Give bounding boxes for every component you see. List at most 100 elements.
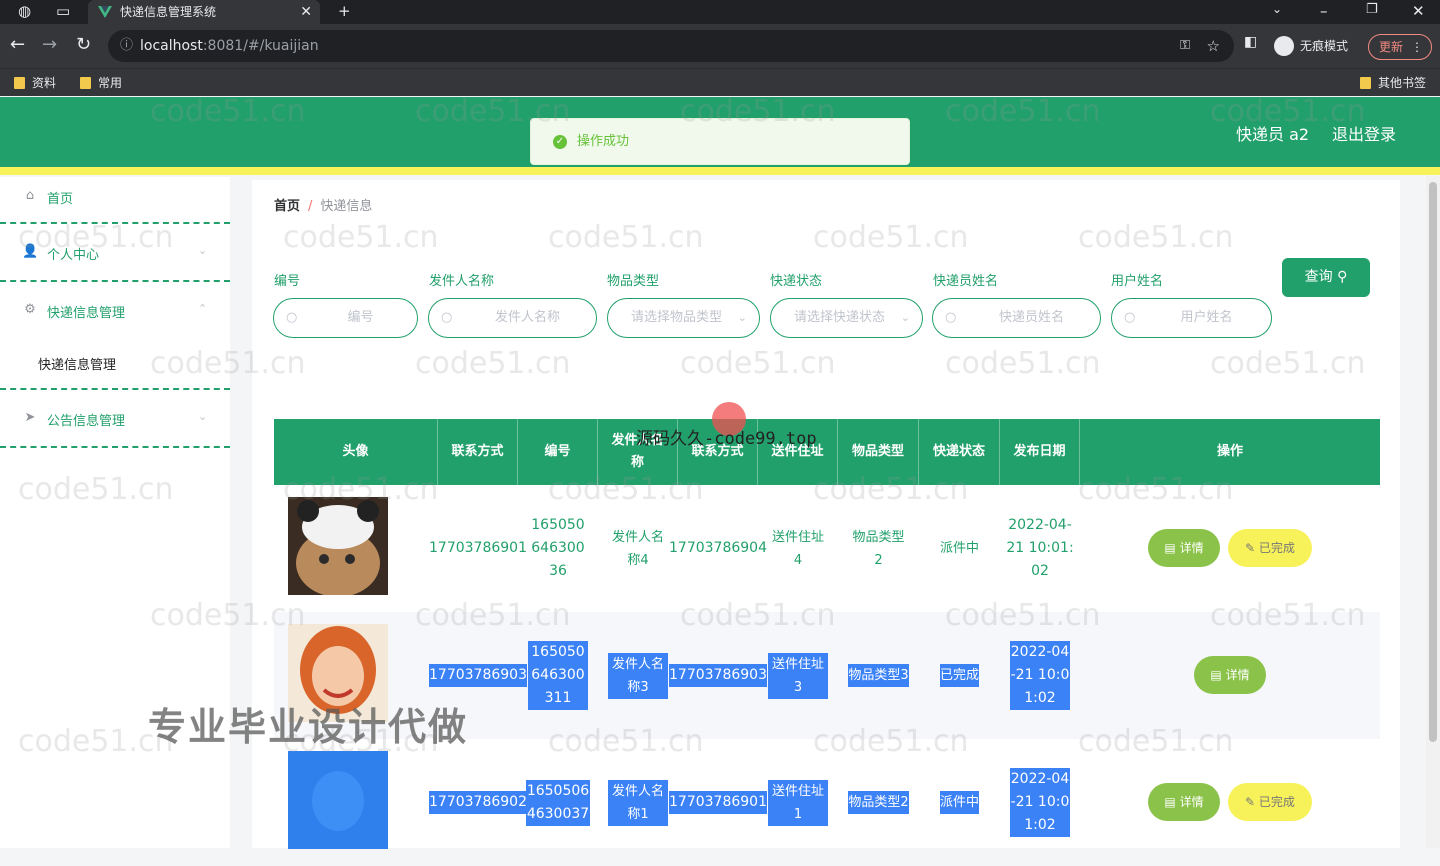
sidepanel-icon[interactable]: ◧	[1244, 34, 1257, 50]
sidebar-divider	[0, 388, 230, 390]
sidebar-divider	[0, 280, 230, 282]
filter-number-input[interactable]: ○ 编号	[273, 298, 418, 338]
filter-item-type-placeholder: 请选择物品类型	[630, 310, 722, 325]
filter-sender-input[interactable]: ○ 发件人名称	[428, 298, 597, 338]
cell-item-type: 物品类型2	[852, 529, 905, 568]
logout-link[interactable]: 退出登录	[1332, 121, 1396, 145]
complete-button[interactable]: ✎ 已完成	[1228, 529, 1312, 567]
cell-status: 已完成	[919, 612, 1000, 739]
user-icon: 👤	[22, 244, 39, 259]
bookmark-folder-1[interactable]: 资料	[14, 73, 56, 93]
scrollbar-thumb[interactable]	[1429, 182, 1437, 742]
bookmark-star-icon[interactable]: ☆	[1207, 30, 1220, 62]
tab-dropdown-icon[interactable]: ⌄	[1272, 2, 1282, 16]
update-label: 更新	[1379, 40, 1404, 54]
complete-button-label: 已完成	[1258, 795, 1295, 809]
kebab-menu-icon[interactable]: ⋮	[1411, 35, 1423, 59]
cell-sender: 发件人名称3	[598, 612, 678, 739]
col-header-number: 编号	[518, 419, 598, 485]
document-icon: ▤	[1164, 541, 1180, 555]
search-button[interactable]: 查询 ⚲	[1282, 258, 1370, 297]
detail-button[interactable]: ▤ 详情	[1148, 529, 1220, 567]
edit-icon: ✎	[1245, 541, 1259, 555]
cell-date-text: 2022-04-21 10:01:02	[1010, 641, 1070, 710]
cell-number: 165050646300311	[518, 612, 598, 739]
filter-label-user: 用户姓名	[1111, 274, 1164, 289]
filter-label-sender: 发件人名称	[429, 274, 495, 289]
back-icon[interactable]: ←	[10, 34, 25, 55]
url-host: localhost	[140, 38, 203, 54]
avatar	[288, 497, 388, 595]
bookmarks-bar: 资料 常用 其他书签	[0, 68, 1440, 96]
page-scrollbar[interactable]	[1426, 176, 1440, 848]
sidebar-subitem-express[interactable]: 快递信息管理	[38, 354, 116, 373]
incognito-indicator[interactable]: 无痕模式	[1274, 34, 1348, 58]
filter-courier-input[interactable]: ○ 快递员姓名	[932, 298, 1101, 338]
tab-search-icon[interactable]: ▭	[56, 2, 70, 20]
key-icon[interactable]: ⚿	[1180, 30, 1190, 62]
breadcrumb: 首页 / 快递信息	[274, 195, 372, 214]
check-circle-icon: ✓	[553, 135, 567, 149]
header-accent-bar	[0, 167, 1440, 175]
cell-sender-contact: 17703786904	[669, 540, 767, 556]
detail-button-label: 详情	[1179, 541, 1204, 555]
detail-button[interactable]: ▤ 详情	[1148, 783, 1220, 821]
url-input[interactable]: ⓘ localhost:8081/#/kuaijian ⚿ ☆	[108, 30, 1234, 62]
breadcrumb-home[interactable]: 首页	[274, 199, 300, 214]
filter-status-placeholder: 请选择快递状态	[793, 310, 885, 325]
col-header-date: 发布日期	[1000, 419, 1080, 485]
minimize-icon[interactable]: –	[1320, 2, 1328, 20]
detail-button-label: 详情	[1179, 795, 1204, 809]
cell-number-text: 165050646300311	[528, 641, 588, 710]
cell-number-text: 16505064630037	[526, 779, 590, 826]
cell-date-text: 2022-04-21 10:01:02	[1010, 768, 1070, 837]
overlay-site-text: 源码久久-code99.top	[636, 429, 817, 449]
chevron-down-icon: ⌄	[198, 244, 208, 257]
filter-user-input[interactable]: ○ 用户姓名	[1111, 298, 1272, 338]
search-icon: ○	[945, 310, 957, 325]
maximize-icon[interactable]: ❐	[1366, 2, 1378, 17]
reload-icon[interactable]: ↻	[76, 34, 91, 55]
send-icon: ➤	[24, 410, 36, 425]
sidebar-divider	[0, 446, 230, 448]
cell-address: 送件住址3	[758, 612, 838, 739]
complete-button[interactable]: ✎ 已完成	[1228, 783, 1312, 821]
tab-close-icon[interactable]: ✕	[300, 0, 312, 24]
home-icon: ⌂	[25, 188, 35, 203]
window-close-icon[interactable]: ✕	[1412, 2, 1425, 20]
filter-item-type-select[interactable]: 请选择物品类型 ⌄	[607, 298, 760, 338]
vue-logo-icon	[98, 6, 112, 18]
settings-icon: ⚙	[24, 302, 36, 317]
cell-number: 16505064630037	[518, 739, 598, 866]
other-bookmarks[interactable]: 其他书签	[1360, 73, 1426, 93]
col-header-item-type: 物品类型	[838, 419, 919, 485]
cell-sender-contact: 17703786903	[669, 612, 767, 739]
document-icon: ▤	[1164, 795, 1180, 809]
col-header-contact: 联系方式	[438, 419, 518, 485]
filter-status-select[interactable]: 请选择快递状态 ⌄	[770, 298, 923, 338]
filter-label-number: 编号	[274, 274, 301, 289]
site-info-icon[interactable]: ⓘ	[120, 30, 133, 62]
filter-label-item-type: 物品类型	[607, 274, 660, 289]
browser-menu-icon[interactable]: ◍	[18, 2, 31, 20]
incognito-label: 无痕模式	[1300, 39, 1349, 53]
cell-sender-contact: 17703786901	[669, 739, 767, 866]
cell-sender-contact-text: 17703786903	[669, 664, 767, 687]
detail-button[interactable]: ▤ 详情	[1194, 656, 1266, 694]
cell-contact: 17703786902	[429, 739, 527, 866]
col-header-actions: 操作	[1216, 444, 1243, 459]
filter-user-placeholder: 用户姓名	[1180, 310, 1233, 325]
search-icon: ○	[1124, 310, 1136, 325]
bookmark-folder-2[interactable]: 常用	[80, 73, 122, 93]
browser-tab[interactable]: 快递信息管理系统 ✕	[88, 0, 320, 24]
url-path: :8081/#/kuaijian	[202, 38, 319, 54]
sidebar-label-notice: 公告信息管理	[47, 414, 126, 429]
cell-date: 2022-04-21 10:01:02	[1000, 739, 1080, 866]
success-toast: ✓ 操作成功	[530, 118, 910, 165]
col-header-status: 快递状态	[919, 419, 1000, 485]
new-tab-icon[interactable]: +	[338, 2, 351, 20]
update-button[interactable]: 更新 ⋮	[1368, 34, 1432, 60]
cell-address: 送件住址1	[758, 739, 838, 866]
forward-icon[interactable]: →	[42, 34, 57, 55]
search-icon: ⚲	[1337, 269, 1348, 285]
